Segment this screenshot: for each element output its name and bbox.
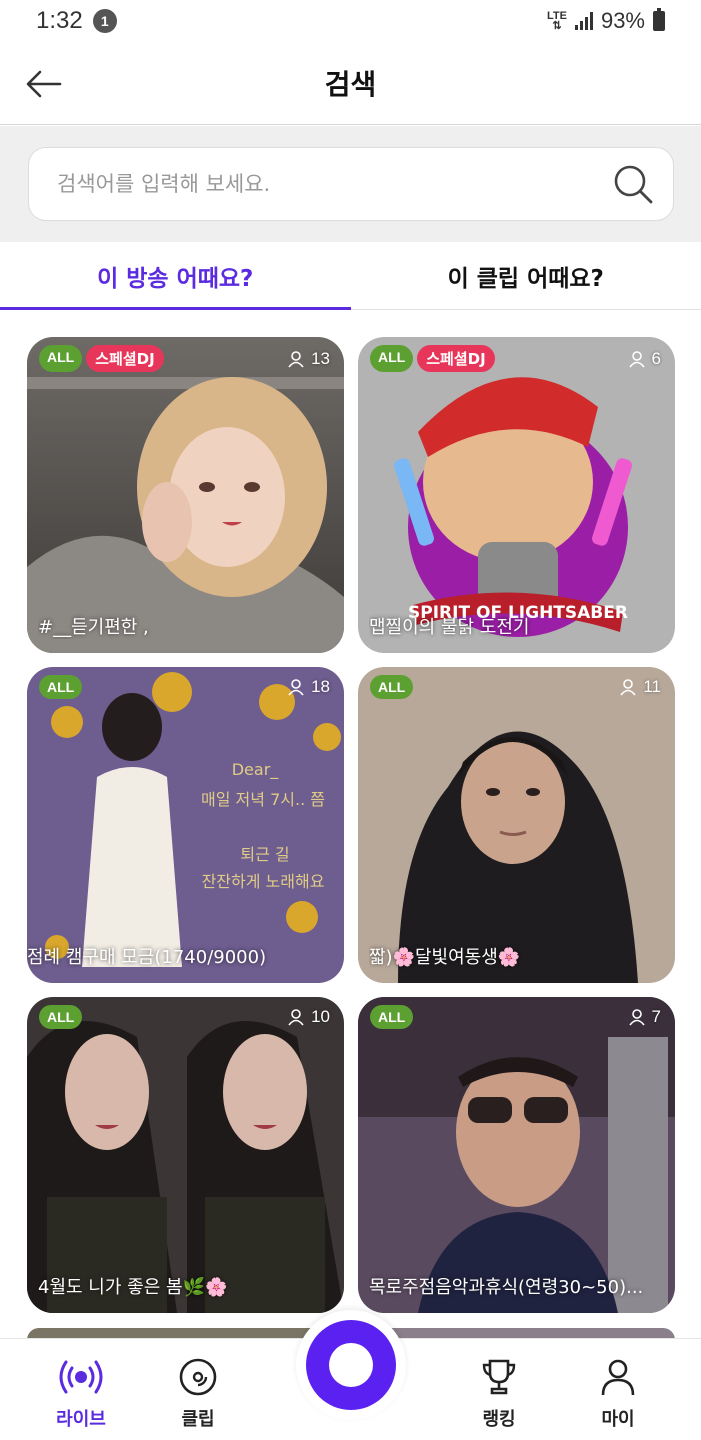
thumbnail-text: 잔잔하게 노래해요 bbox=[202, 872, 325, 891]
viewer-count: 18 bbox=[287, 677, 330, 697]
thumbnail-image bbox=[27, 337, 344, 653]
age-badge: ALL bbox=[370, 1005, 414, 1029]
nav-label: 클립 bbox=[181, 1409, 215, 1430]
viewer-count: 7 bbox=[628, 1007, 661, 1027]
age-badge: ALL bbox=[39, 345, 83, 372]
status-time: 1:32 bbox=[36, 7, 83, 34]
viewer-count: 13 bbox=[287, 349, 330, 369]
thumbnail-text: 퇴근 길 bbox=[240, 845, 289, 864]
thumbnail-image bbox=[358, 997, 675, 1313]
live-icon bbox=[59, 1360, 103, 1394]
tab-broadcast[interactable]: 이 방송 어때요? bbox=[0, 242, 351, 310]
nav-label: 랭킹 bbox=[482, 1409, 516, 1430]
network-type: LTE ⇅ bbox=[546, 10, 567, 32]
search-input[interactable] bbox=[57, 172, 611, 196]
person-icon bbox=[288, 1009, 304, 1026]
viewer-count: 10 bbox=[287, 1007, 330, 1027]
battery-icon bbox=[653, 8, 665, 31]
special-dj-badge: 스페셜DJ bbox=[86, 345, 164, 372]
person-icon bbox=[620, 679, 636, 696]
status-bar: 1:32 1 LTE ⇅ 93% bbox=[0, 0, 701, 42]
person-icon bbox=[601, 1359, 635, 1396]
age-badge: ALL bbox=[370, 675, 414, 699]
person-icon bbox=[628, 1009, 645, 1026]
special-dj-badge: 스페셜DJ bbox=[417, 345, 495, 372]
thumbnail-image bbox=[27, 997, 344, 1313]
card-title: 4월도 니가 좋은 봄🌿🌸 bbox=[38, 1277, 228, 1298]
arrow-left-icon bbox=[26, 70, 62, 98]
person-icon bbox=[288, 679, 304, 696]
tab-bar: 이 방송 어때요? 이 클립 어때요? bbox=[0, 242, 701, 310]
clip-icon bbox=[179, 1358, 217, 1396]
nav-my[interactable]: 마이 bbox=[568, 1357, 668, 1431]
thumbnail-image: Dear_ 매일 저녁 7시.. 쯤 퇴근 길 잔잔하게 노래해요 bbox=[27, 667, 344, 983]
search-box bbox=[28, 147, 674, 221]
trophy-icon bbox=[482, 1359, 516, 1395]
thumbnail-image: SPIRIT OF LIGHTSABER bbox=[358, 337, 675, 653]
notification-badge: 1 bbox=[92, 9, 117, 33]
search-icon[interactable] bbox=[611, 162, 655, 206]
nav-label: 라이브 bbox=[56, 1409, 106, 1430]
thumbnail-image bbox=[358, 667, 675, 983]
live-card[interactable]: ALL 11 짧)🌸달빛여동생🌸 bbox=[358, 667, 675, 983]
viewer-count: 6 bbox=[628, 349, 661, 369]
record-icon bbox=[329, 1343, 373, 1387]
signal-icon bbox=[574, 12, 593, 30]
age-badge: ALL bbox=[39, 1005, 83, 1029]
start-broadcast-button[interactable] bbox=[306, 1320, 396, 1410]
nav-live[interactable]: 라이브 bbox=[31, 1357, 131, 1431]
nav-ranking[interactable]: 랭킹 bbox=[449, 1357, 549, 1431]
live-card[interactable]: Dear_ 매일 저녁 7시.. 쯤 퇴근 길 잔잔하게 노래해요 ALL 18… bbox=[27, 667, 344, 983]
person-icon bbox=[288, 350, 304, 368]
person-icon bbox=[628, 350, 645, 368]
live-card[interactable]: SPIRIT OF LIGHTSABER ALL 스페셜DJ 6 맵찔이의 불닭… bbox=[358, 337, 675, 653]
app-header: 검색 bbox=[0, 42, 701, 125]
card-title: #__듣기편한 , bbox=[38, 617, 149, 638]
thumbnail-text: 매일 저녁 7시.. 쯤 bbox=[201, 790, 325, 809]
page-title: 검색 bbox=[324, 68, 377, 101]
thumbnail-text: Dear_ bbox=[232, 760, 280, 780]
live-card[interactable]: ALL 10 4월도 니가 좋은 봄🌿🌸 bbox=[27, 997, 344, 1313]
card-title: 점례 캠구매 모금(1740/9000) bbox=[27, 947, 267, 968]
viewer-count: 11 bbox=[619, 677, 661, 697]
search-area bbox=[0, 126, 701, 242]
battery-percent: 93% bbox=[600, 8, 645, 33]
tab-clip[interactable]: 이 클립 어때요? bbox=[351, 242, 701, 309]
nav-label: 마이 bbox=[601, 1409, 635, 1430]
live-card[interactable]: ALL 7 목로주점음악과휴식(연령30~50)... bbox=[358, 997, 675, 1313]
back-button[interactable] bbox=[22, 62, 66, 106]
card-title: 목로주점음악과휴식(연령30~50)... bbox=[369, 1277, 644, 1298]
age-badge: ALL bbox=[370, 345, 414, 372]
age-badge: ALL bbox=[39, 675, 83, 699]
card-title: 맵찔이의 불닭 도전기 bbox=[369, 617, 530, 638]
nav-clip[interactable]: 클립 bbox=[148, 1357, 248, 1431]
card-title: 짧)🌸달빛여동생🌸 bbox=[369, 947, 521, 968]
live-card[interactable]: ALL 스페셜DJ 13 #__듣기편한 , bbox=[27, 337, 344, 653]
